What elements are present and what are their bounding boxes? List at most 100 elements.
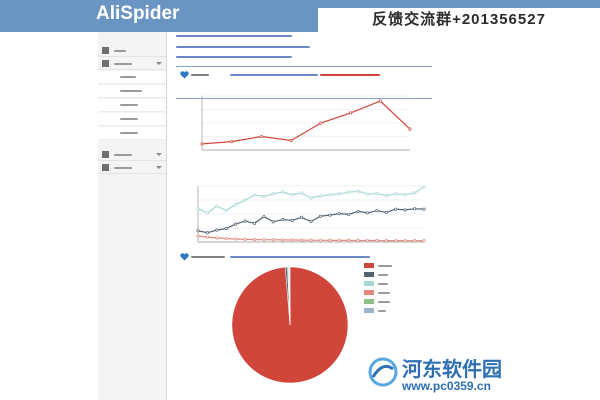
legend-item[interactable] — [364, 262, 434, 270]
data-point — [271, 192, 275, 196]
data-point — [365, 211, 370, 215]
sidebar-subitem[interactable] — [98, 113, 166, 126]
data-point — [328, 193, 332, 197]
sidebar-item-settings[interactable] — [98, 163, 166, 174]
legend-item[interactable] — [364, 298, 434, 306]
legend-label — [378, 301, 390, 303]
data-point — [234, 203, 238, 207]
data-point — [271, 238, 275, 242]
data-point — [422, 239, 426, 243]
data-point — [422, 185, 426, 189]
data-point — [309, 196, 313, 200]
data-point — [224, 208, 228, 212]
data-point — [378, 99, 382, 103]
chevron-down-icon — [156, 166, 162, 169]
source-links[interactable] — [230, 256, 370, 258]
data-point — [337, 238, 341, 242]
data-point — [309, 219, 313, 224]
data-point — [413, 207, 417, 211]
legend-label — [378, 265, 392, 267]
legend-label — [378, 310, 386, 312]
sidebar — [98, 32, 167, 400]
legend-item[interactable] — [364, 271, 434, 279]
data-point — [356, 189, 360, 193]
sidebar-subitem-label — [120, 118, 138, 120]
data-point — [337, 212, 341, 216]
stats-links[interactable] — [230, 74, 318, 76]
gear-icon — [102, 151, 109, 158]
data-point — [200, 142, 204, 146]
legend-item[interactable] — [364, 280, 434, 288]
watermark-url: www.pc0359.cn — [402, 379, 491, 393]
data-point — [205, 211, 209, 215]
data-point — [205, 235, 209, 239]
data-point — [215, 228, 219, 232]
data-point — [413, 191, 417, 195]
data-point — [259, 134, 263, 139]
sidebar-item-grid[interactable] — [98, 59, 166, 70]
sidebar-subitem[interactable] — [98, 71, 166, 84]
data-point — [375, 209, 379, 213]
data-point — [318, 214, 322, 218]
data-point — [281, 190, 285, 194]
data-point — [281, 218, 285, 222]
series-line — [201, 100, 411, 145]
sidebar-item-home[interactable] — [98, 46, 166, 57]
data-point — [300, 191, 304, 195]
data-point — [394, 207, 398, 211]
watermark-name: 河东软件园 — [402, 357, 502, 381]
legend-item[interactable] — [364, 307, 434, 315]
data-point — [262, 215, 266, 219]
sidebar-subitem[interactable] — [98, 127, 166, 140]
sidebar-subitem[interactable] — [98, 85, 166, 98]
data-point — [290, 218, 294, 222]
data-point — [422, 207, 426, 211]
settings-icon — [102, 164, 109, 171]
data-point — [375, 238, 379, 243]
data-point — [408, 127, 412, 131]
data-point — [375, 191, 379, 196]
notice-line[interactable] — [176, 56, 292, 58]
data-point — [318, 238, 322, 242]
notice-line[interactable] — [176, 46, 310, 48]
data-point — [309, 238, 313, 242]
legend-swatch — [364, 299, 374, 304]
data-point — [349, 111, 353, 115]
data-point — [281, 238, 285, 242]
legend-item[interactable] — [364, 289, 434, 297]
stats-link-alert[interactable] — [320, 74, 380, 76]
pie-legend — [364, 262, 434, 316]
sidebar-subitem[interactable] — [98, 99, 166, 112]
data-point — [243, 219, 247, 223]
legend-swatch — [364, 290, 374, 295]
data-point — [262, 238, 266, 242]
chevron-down-icon — [156, 62, 162, 65]
data-point — [196, 206, 200, 210]
sidebar-item-label — [114, 167, 132, 169]
hourly-line-chart — [196, 185, 426, 243]
data-point — [224, 227, 228, 231]
legend-swatch — [364, 272, 374, 277]
sidebar-subitem-label — [120, 90, 142, 92]
watermark-logo-icon — [368, 357, 398, 387]
data-point — [384, 239, 388, 243]
data-point — [365, 192, 370, 196]
sidebar-item-label — [114, 63, 132, 65]
data-point — [243, 237, 247, 241]
data-point — [290, 238, 294, 242]
notice-line[interactable] — [176, 35, 292, 37]
legend-swatch — [364, 308, 374, 313]
sidebar-subitem-label — [120, 76, 136, 78]
data-point — [384, 210, 388, 215]
data-point — [365, 238, 370, 243]
data-point — [356, 209, 360, 213]
feedback-group-banner: 反馈交流群+201356527 — [318, 8, 600, 32]
legend-label — [378, 283, 388, 285]
data-point — [215, 236, 219, 240]
sidebar-item-gear[interactable] — [98, 150, 166, 161]
section-title — [191, 74, 209, 76]
watermark: 河东软件园 www.pc0359.cn — [368, 353, 600, 397]
sidebar-item-label — [114, 154, 132, 156]
chevron-down-icon — [156, 153, 162, 156]
legend-swatch — [364, 263, 374, 268]
